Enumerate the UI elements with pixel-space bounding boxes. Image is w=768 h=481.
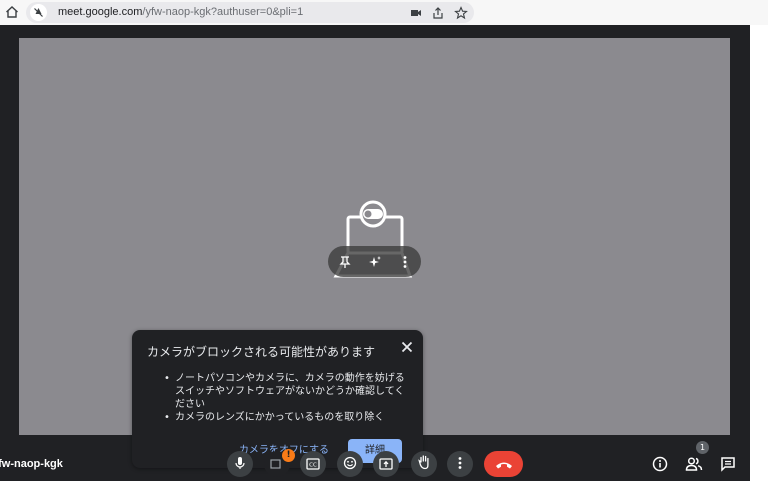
- emoji-button[interactable]: [337, 451, 363, 477]
- dialog-title: カメラがブロックされる可能性があります: [147, 345, 376, 359]
- participant-count-badge: 1: [696, 441, 709, 454]
- tile-controls: [328, 246, 421, 277]
- info-icon[interactable]: [651, 455, 669, 473]
- sparkle-icon[interactable]: [365, 252, 384, 271]
- share-icon[interactable]: [431, 5, 445, 19]
- end-call-button[interactable]: [484, 451, 523, 477]
- chat-icon[interactable]: [719, 455, 737, 473]
- raise-hand-button[interactable]: [411, 451, 437, 477]
- more-vert-icon[interactable]: [395, 252, 414, 271]
- mic-button[interactable]: [227, 451, 253, 477]
- url-path: /yfw-naop-kgk?authuser=0&pli=1: [142, 6, 304, 18]
- svg-text:CC: CC: [309, 462, 317, 468]
- meeting-code: yfw-naop-kgk: [0, 458, 63, 470]
- list-item: ノートパソコンやカメラに、カメラの動作を妨げるスイッチやソフトウェアがないかどう…: [164, 372, 414, 411]
- hand-icon: [417, 454, 431, 474]
- url-host: meet.google.com: [58, 6, 143, 18]
- mic-icon: [234, 455, 246, 474]
- browser-toolbar: meet.google.com/yfw-naop-kgk?authuser=0&…: [0, 0, 768, 25]
- star-icon[interactable]: [454, 5, 468, 20]
- present-icon: [379, 455, 393, 474]
- end-call-icon: [495, 455, 513, 474]
- captions-icon: CC: [306, 455, 320, 474]
- more-vert-icon: [457, 455, 463, 474]
- dialog-tips: ノートパソコンやカメラに、カメラの動作を妨げるスイッチやソフトウェアがないかどう…: [164, 372, 414, 424]
- emoji-icon: [343, 455, 357, 474]
- camera-blocked-icon[interactable]: [409, 5, 423, 19]
- people-icon[interactable]: [685, 455, 703, 473]
- more-options-button[interactable]: [447, 451, 473, 477]
- camera-warning-badge: !: [282, 449, 295, 462]
- list-item: カメラのレンズにかかっているものを取り除く: [164, 411, 414, 424]
- present-button[interactable]: [373, 451, 399, 477]
- url-text[interactable]: meet.google.com/yfw-naop-kgk?authuser=0&…: [58, 5, 303, 19]
- site-info-icon[interactable]: [30, 4, 47, 21]
- close-icon[interactable]: [398, 338, 416, 356]
- home-icon[interactable]: [4, 4, 20, 20]
- pin-icon[interactable]: [335, 252, 354, 271]
- captions-button[interactable]: CC: [300, 451, 326, 477]
- meet-page: カメラがブロックされる可能性があります ノートパソコンやカメラに、カメラの動作を…: [0, 25, 768, 481]
- camera-blocked-dialog: カメラがブロックされる可能性があります ノートパソコンやカメラに、カメラの動作を…: [132, 330, 423, 474]
